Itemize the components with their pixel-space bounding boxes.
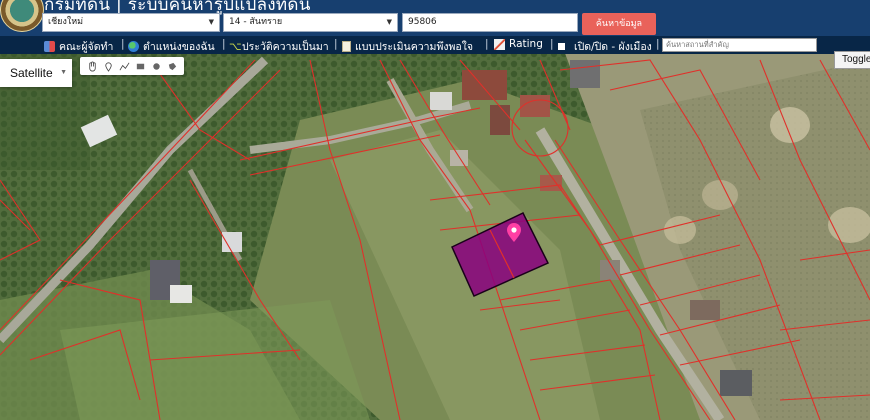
nav-divider: | (550, 38, 554, 50)
search-button[interactable]: ค้นหาข้อมูล (582, 13, 656, 35)
nav-item-history[interactable]: ⌥ ประวัติความเป็นมา (229, 38, 329, 55)
team-icon (44, 41, 55, 52)
district-select-value: 14 - สันทราย (229, 17, 283, 27)
chevron-down-icon: ▼ (208, 18, 214, 26)
nav-item-label: แบบประเมินความพึงพอใจ (355, 41, 474, 53)
rectangle-icon[interactable] (134, 60, 146, 72)
chart-icon (494, 38, 505, 50)
nav-item-rating[interactable]: Rating (494, 38, 543, 50)
place-search-placeholder: ค้นหาสถานที่สำคัญ (666, 40, 729, 49)
square-icon (558, 43, 565, 50)
map-type-value: Satellite (10, 66, 53, 80)
nav-divider: | (222, 38, 226, 50)
nav-item-city-plan-toggle[interactable]: เปิด/ปิด - ผังเมือง (558, 38, 652, 55)
province-select[interactable]: เชียงใหม่ ▼ (42, 13, 220, 32)
department-logo-icon (0, 0, 44, 32)
map-type-select[interactable]: Satellite ▼ (0, 59, 72, 87)
nav-item-label: ประวัติความเป็นมา (242, 41, 329, 53)
place-search-input[interactable]: ค้นหาสถานที่สำคัญ (662, 38, 817, 52)
app-header: กรมที่ดิน | ระบบค้นหารูปแปลงที่ดิน เชียง… (0, 0, 870, 36)
nav-divider: | (656, 38, 660, 50)
toggle-button[interactable]: Toggle (834, 51, 870, 69)
district-select[interactable]: 14 - สันทราย ▼ (223, 13, 398, 32)
nav-divider: | (485, 38, 489, 50)
nav-divider: | (334, 38, 338, 50)
hand-icon[interactable] (86, 60, 98, 72)
marker-icon[interactable] (102, 60, 114, 72)
province-select-value: เชียงใหม่ (48, 17, 84, 27)
chevron-down-icon: ▼ (60, 69, 67, 76)
sprout-icon: ⌥ (229, 40, 242, 53)
parcel-number-value: 95806 (408, 17, 437, 27)
document-icon (342, 41, 351, 52)
nav-item-survey[interactable]: แบบประเมินความพึงพอใจ (342, 38, 473, 55)
polygon-icon[interactable] (166, 60, 178, 72)
nav-item-my-location[interactable]: ตำแหน่งของฉัน (128, 38, 215, 55)
globe-icon (128, 41, 139, 52)
circle-icon[interactable] (150, 60, 162, 72)
nav-item-label: Rating (509, 38, 543, 50)
nav-item-label: คณะผู้จัดทำ (59, 41, 114, 53)
nav-item-label: เปิด/ปิด - ผังเมือง (574, 41, 652, 53)
nav-item-team[interactable]: คณะผู้จัดทำ (44, 38, 113, 55)
chevron-down-icon: ▼ (386, 18, 392, 26)
parcel-number-input[interactable]: 95806 (402, 13, 578, 32)
drawing-toolbar (80, 57, 184, 75)
polyline-icon[interactable] (118, 60, 130, 72)
nav-divider: | (121, 38, 125, 50)
nav-item-label: ตำแหน่งของฉัน (143, 41, 215, 53)
